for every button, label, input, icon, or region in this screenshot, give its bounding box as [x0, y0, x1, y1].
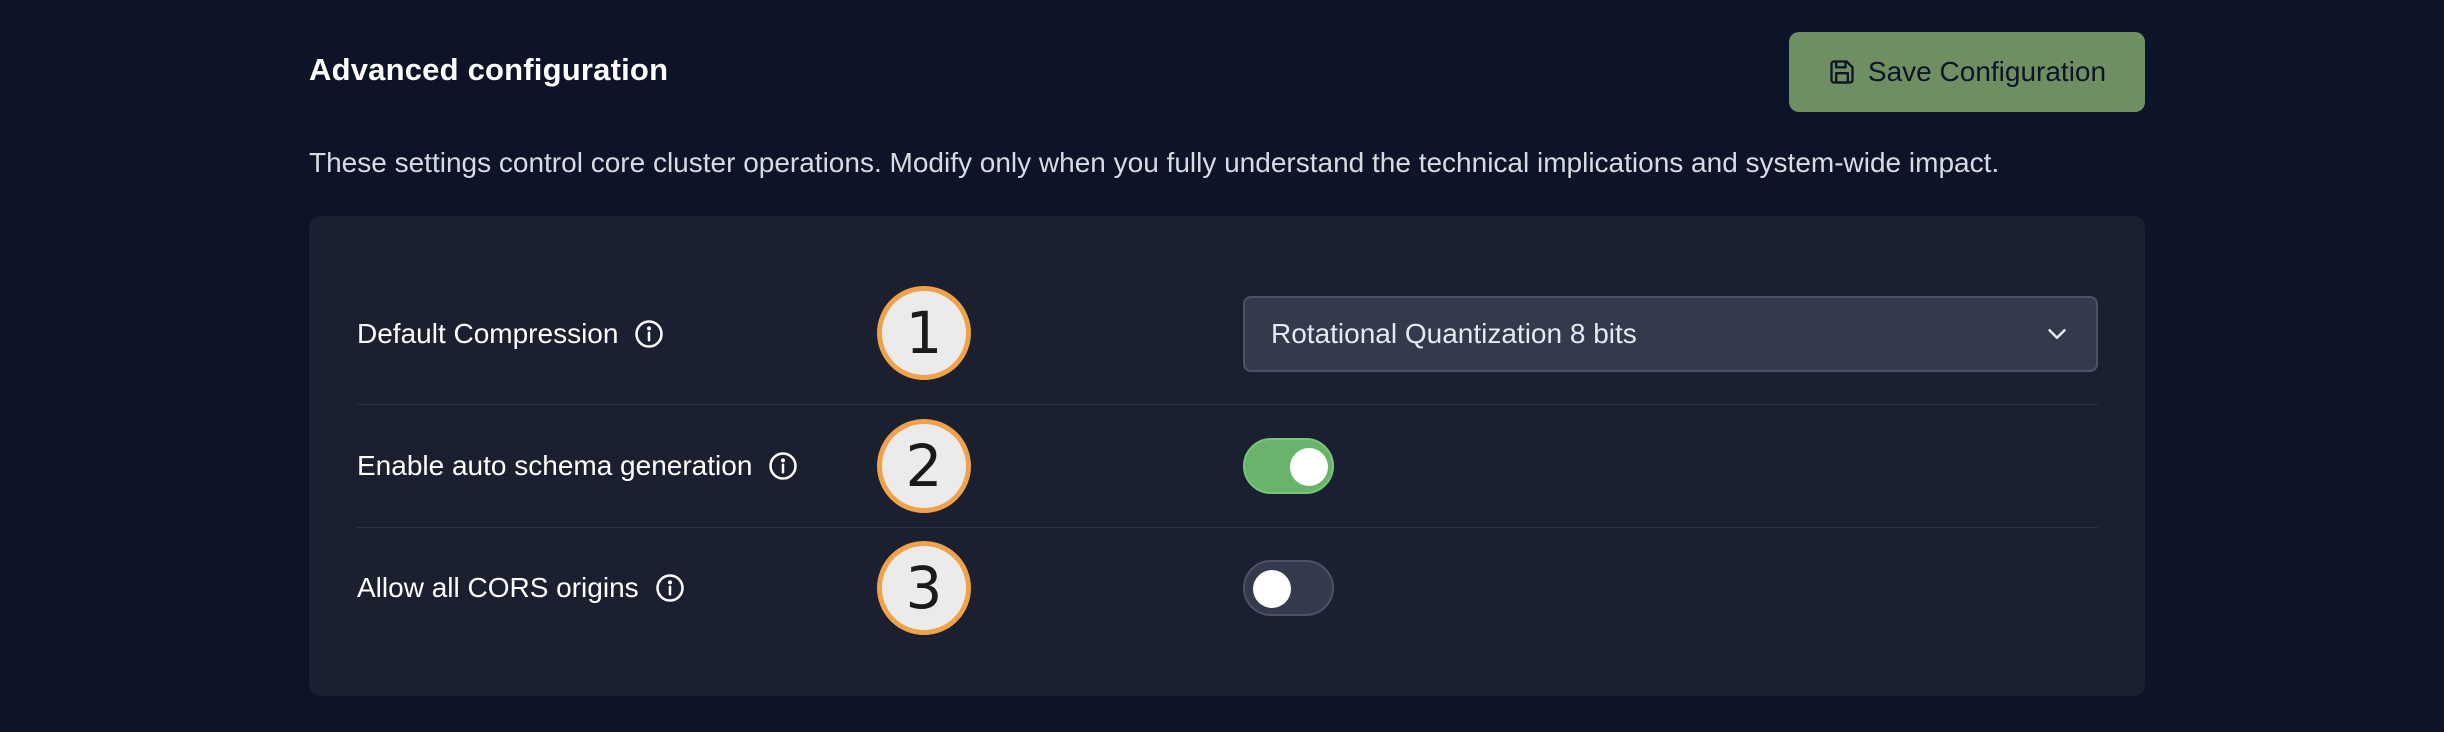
save-configuration-button[interactable]: Save Configuration: [1789, 32, 2145, 112]
chevron-down-icon: [2048, 329, 2066, 339]
info-icon[interactable]: [655, 573, 685, 603]
auto-schema-toggle[interactable]: [1243, 438, 1334, 494]
settings-panel: Default Compression 1 Rotational Quantiz…: [309, 216, 2145, 696]
step-badge: 2: [877, 419, 971, 513]
section-title: Advanced configuration: [309, 52, 669, 87]
default-compression-select[interactable]: Rotational Quantization 8 bits: [1243, 296, 2098, 372]
cors-toggle[interactable]: [1243, 560, 1334, 616]
info-icon[interactable]: [634, 319, 664, 349]
setting-row-auto-schema: Enable auto schema generation: [357, 438, 2098, 494]
step-badge: 1: [877, 286, 971, 380]
info-icon[interactable]: [768, 451, 798, 481]
toggle-knob: [1290, 448, 1328, 486]
section-description: These settings control core cluster oper…: [309, 147, 2000, 178]
row-divider: [357, 527, 2098, 528]
floppy-disk-icon: [1830, 60, 1854, 84]
setting-label: Allow all CORS origins: [357, 572, 639, 603]
advanced-configuration-page: Advanced configuration Save Configuratio…: [0, 0, 2444, 732]
setting-label: Enable auto schema generation: [357, 450, 753, 481]
row-divider: [357, 404, 2098, 405]
step-badge: 3: [877, 541, 971, 635]
selected-value: Rotational Quantization 8 bits: [1271, 318, 1637, 349]
toggle-knob: [1253, 570, 1291, 608]
setting-label: Default Compression: [357, 318, 619, 349]
save-button-label: Save Configuration: [1867, 56, 2107, 87]
setting-row-cors: Allow all CORS origins: [357, 560, 2098, 616]
